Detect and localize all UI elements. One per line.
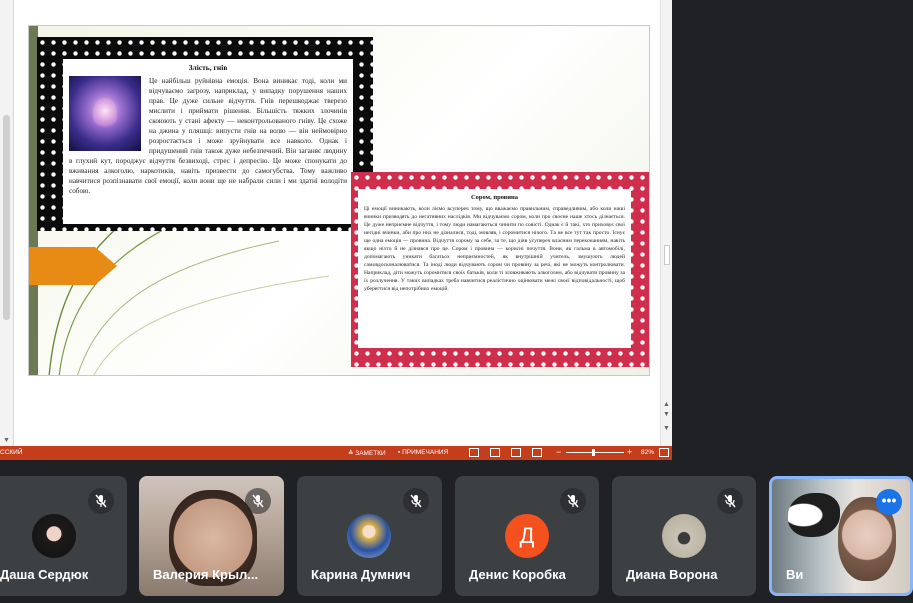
muted-mic-icon	[403, 488, 429, 514]
zoom-slider-handle[interactable]	[592, 449, 595, 456]
presentation-slide: Злість, гнів Це найбільш руйнівна емоція…	[28, 25, 650, 376]
shame-card-text: Ці емоції виникають, коли ліємо всупереч…	[364, 206, 625, 292]
language-indicator[interactable]: ССКИЙ	[0, 449, 23, 456]
anger-card: Злість, гнів Це найбільш руйнівна емоція…	[37, 37, 373, 231]
notes-label: ЗАМЕТКИ	[355, 450, 386, 457]
participant-tile[interactable]: Диана Ворона	[612, 476, 756, 596]
anger-card-content: Злість, гнів Це найбільш руйнівна емоція…	[63, 59, 353, 224]
participant-tile[interactable]: Карина Думнич	[297, 476, 442, 596]
notes-button[interactable]: ≙ ЗАМЕТКИ	[348, 449, 386, 457]
participant-avatar	[347, 514, 391, 558]
participant-tile[interactable]: Даша Сердюк	[0, 476, 127, 596]
participant-tile[interactable]: Валерия Крыл...	[139, 476, 284, 596]
participant-tile[interactable]: Д Денис Коробка	[455, 476, 599, 596]
self-tile[interactable]: ••• Ви	[769, 476, 913, 596]
normal-view-icon[interactable]	[469, 448, 479, 457]
reading-view-icon[interactable]	[511, 448, 521, 457]
screaming-face-image	[69, 76, 141, 151]
participant-avatar: Д	[505, 514, 549, 558]
scroll-end-icon[interactable]: ▼	[663, 425, 670, 432]
vertical-scrollbar[interactable]: ▲ ▼ ▼	[660, 0, 672, 446]
comments-label: ПРИМЕЧАНИЯ	[402, 449, 449, 456]
participant-name: Диана Ворона	[626, 567, 718, 582]
background-butterfly	[788, 493, 840, 537]
scrollbar-thumb[interactable]	[3, 115, 10, 320]
muted-mic-icon	[88, 488, 114, 514]
fit-slide-icon[interactable]	[659, 448, 669, 457]
zoom-in-button[interactable]: +	[627, 447, 632, 457]
slideshow-view-icon[interactable]	[532, 448, 542, 457]
participant-name: Ви	[786, 567, 804, 582]
muted-mic-icon	[560, 488, 586, 514]
vertical-scrollbar-thumb[interactable]	[664, 245, 670, 265]
zoom-level[interactable]: 82%	[641, 449, 654, 456]
scroll-down-arrow-icon[interactable]: ▼	[3, 437, 10, 444]
participant-avatar	[662, 514, 706, 558]
shame-card-title: Сором, провина	[470, 194, 519, 201]
shame-card: Сором, провина Ці емоції виникають, коли…	[351, 172, 649, 367]
status-bar: ССКИЙ ≙ ЗАМЕТКИ ▪ ПРИМЕЧАНИЯ − + 82%	[0, 446, 672, 460]
scroll-up-icon[interactable]: ▲	[663, 401, 670, 408]
participant-avatar	[32, 514, 76, 558]
slide-sorter-view-icon[interactable]	[490, 448, 500, 457]
shame-card-content: Сором, провина Ці емоції виникають, коли…	[358, 189, 631, 348]
anger-card-title: Злість, гнів	[188, 63, 228, 72]
zoom-slider[interactable]	[566, 452, 624, 453]
next-slide-icon[interactable]: ▼	[663, 411, 670, 418]
muted-mic-icon	[245, 488, 271, 514]
comments-button[interactable]: ▪ ПРИМЕЧАНИЯ	[398, 449, 448, 456]
muted-mic-icon	[717, 488, 743, 514]
meeting-window: ▼ Злість, гнів Це найбільш руйнівна емоц…	[0, 0, 913, 603]
zoom-out-button[interactable]: −	[556, 447, 561, 457]
more-dots-icon[interactable]: •••	[876, 489, 902, 515]
participant-name: Денис Коробка	[469, 567, 566, 582]
participant-name: Валерия Крыл...	[153, 567, 259, 582]
slide-thumbnail-scrollbar[interactable]: ▼	[0, 0, 14, 446]
shared-screen: ▼ Злість, гнів Це найбільш руйнівна емоц…	[0, 0, 672, 460]
participant-name: Даша Сердюк	[0, 567, 89, 582]
participant-name: Карина Думнич	[311, 567, 411, 582]
